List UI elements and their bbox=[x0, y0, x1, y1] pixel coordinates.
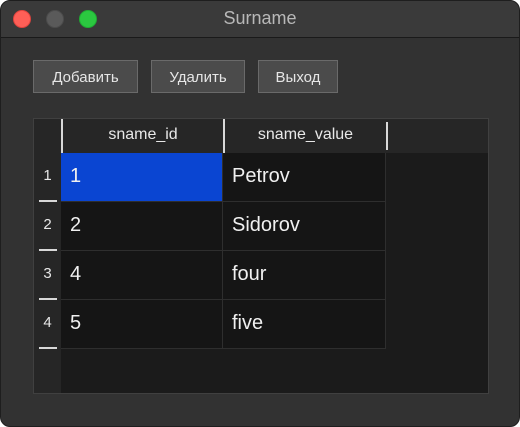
table-cell-sname-id[interactable]: 2 bbox=[61, 202, 223, 251]
table-cell-sname-value[interactable]: Sidorov bbox=[223, 202, 386, 251]
column-header-sname-value[interactable]: sname_value bbox=[223, 119, 386, 153]
row-header-label: 2 bbox=[43, 216, 52, 233]
table-cell-sname-id[interactable]: 1 bbox=[61, 153, 223, 202]
delete-button[interactable]: Удалить bbox=[151, 60, 245, 93]
row-header-label: 3 bbox=[43, 265, 52, 282]
add-button[interactable]: Добавить bbox=[33, 60, 138, 93]
row-header[interactable]: 2 bbox=[34, 202, 61, 251]
window-title: Surname bbox=[223, 8, 297, 28]
table-cell-sname-id[interactable]: 5 bbox=[61, 300, 223, 349]
table-cell-sname-value[interactable]: five bbox=[223, 300, 386, 349]
row-header[interactable]: 4 bbox=[34, 300, 61, 349]
title-bar[interactable]: Surname bbox=[1, 1, 519, 38]
data-table[interactable]: sname_id sname_value 1 1 Petrov 2 2 Sido… bbox=[33, 118, 489, 394]
exit-button[interactable]: Выход bbox=[258, 60, 338, 93]
column-header-sname-id[interactable]: sname_id bbox=[61, 119, 223, 153]
table-cell-sname-value[interactable]: Petrov bbox=[223, 153, 386, 202]
row-header[interactable]: 1 bbox=[34, 153, 61, 202]
app-window: Surname Добавить Удалить Выход sname_id … bbox=[0, 0, 520, 427]
row-header-label: 4 bbox=[43, 314, 52, 331]
table-cell-sname-value[interactable]: four bbox=[223, 251, 386, 300]
table-corner-button[interactable] bbox=[34, 119, 61, 153]
column-header-divider bbox=[386, 122, 388, 150]
table-cell-sname-id[interactable]: 4 bbox=[61, 251, 223, 300]
row-header-filler bbox=[34, 349, 61, 393]
row-header-label: 1 bbox=[43, 167, 52, 184]
row-header[interactable]: 3 bbox=[34, 251, 61, 300]
